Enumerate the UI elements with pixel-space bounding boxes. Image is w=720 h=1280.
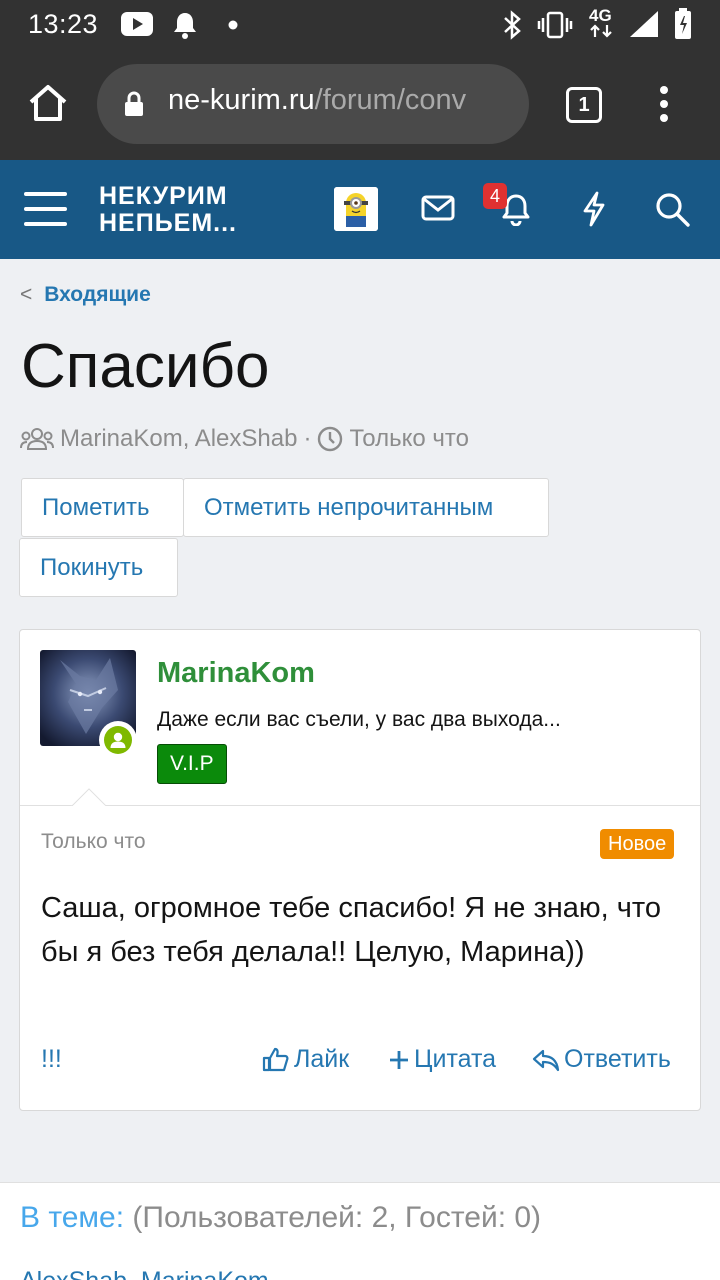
- online-status-icon: [99, 721, 137, 759]
- youtube-icon: [121, 12, 153, 36]
- like-label: Лайк: [294, 1045, 350, 1073]
- users-in-thread-link[interactable]: В теме:: [20, 1201, 124, 1234]
- alerts-count-badge: 4: [483, 183, 507, 209]
- conversation-meta: MarinaKom, AlexShab · Только что: [20, 425, 469, 453]
- quote-label: Цитата: [414, 1045, 497, 1073]
- bluetooth-icon: [504, 10, 521, 40]
- data-arrows-icon: [590, 24, 612, 38]
- message-time[interactable]: Только что: [41, 830, 146, 854]
- address-bar[interactable]: ne-kurim.ru/forum/conv: [97, 64, 529, 144]
- users-icon: [20, 428, 54, 450]
- inbox-icon[interactable]: [421, 194, 455, 222]
- message-body: Саша, огромное тебе спасибо! Я не знаю, …: [41, 892, 661, 968]
- vibrate-icon: [537, 11, 573, 39]
- clock-icon: [318, 426, 343, 452]
- users-in-thread-list[interactable]: AlexShab, MarinaKom: [20, 1267, 269, 1280]
- report-label: !!!: [41, 1045, 62, 1073]
- more-vert-icon[interactable]: [655, 85, 673, 123]
- breadcrumb[interactable]: < Входящие: [20, 283, 151, 307]
- lock-icon: [125, 91, 143, 116]
- whats-new-bolt-icon[interactable]: [580, 191, 608, 227]
- search-icon[interactable]: [655, 192, 691, 228]
- message-username[interactable]: MarinaKom: [157, 657, 315, 690]
- mark-unread-button[interactable]: Отметить непрочитанным: [183, 478, 549, 537]
- logo-line-1: НЕКУРИМ: [99, 182, 228, 210]
- new-message-badge: Новое: [600, 829, 675, 859]
- reply-button[interactable]: Ответить: [532, 1045, 671, 1074]
- quote-button[interactable]: Цитата: [388, 1045, 496, 1074]
- site-header: НЕКУРИМ НЕПЬЕМ...: [0, 160, 720, 259]
- account-avatar[interactable]: [334, 187, 378, 231]
- site-logo[interactable]: НЕКУРИМ НЕПЬЕМ...: [99, 183, 237, 237]
- reply-label: Ответить: [564, 1045, 671, 1073]
- browser-toolbar: ne-kurim.ru/forum/conv 1: [0, 50, 720, 160]
- minion-avatar-icon: [334, 187, 378, 231]
- message-arrow: [70, 788, 106, 806]
- status-bar: 13:23 4G: [0, 0, 720, 50]
- reply-arrow-icon: [532, 1049, 560, 1071]
- chevron-left-icon: <: [20, 283, 33, 306]
- home-icon[interactable]: [27, 83, 69, 123]
- main-content: < Входящие Спасибо MarinaKom, AlexShab · …: [0, 259, 720, 1182]
- notification-bell-icon: [174, 13, 196, 39]
- users-in-thread-block: В теме: (Пользователей: 2, Гостей: 0) Al…: [0, 1182, 720, 1280]
- url-text: ne-kurim.ru/forum/conv: [168, 84, 466, 117]
- meta-separator: ·: [303, 425, 312, 452]
- users-in-thread-stats: (Пользователей: 2, Гостей: 0): [132, 1201, 542, 1234]
- battery-icon: [675, 8, 691, 39]
- dot-icon: [228, 20, 238, 30]
- users-in-thread-heading: В теме: (Пользователей: 2, Гостей: 0): [20, 1201, 541, 1235]
- menu-icon[interactable]: [24, 192, 67, 228]
- thumbs-up-icon: [262, 1047, 289, 1071]
- report-link[interactable]: !!!: [41, 1045, 62, 1074]
- status-time: 13:23: [28, 9, 99, 39]
- page-title: Спасибо: [21, 332, 270, 401]
- conversation-time: Только что: [349, 425, 469, 452]
- like-button[interactable]: Лайк: [262, 1045, 349, 1074]
- url-domain: ne-kurim.ru: [168, 84, 315, 116]
- network-type: 4G: [589, 6, 612, 25]
- signal-icon: [630, 11, 658, 37]
- breadcrumb-inbox-link[interactable]: Входящие: [44, 283, 151, 306]
- participants[interactable]: MarinaKom, AlexShab: [60, 425, 297, 453]
- logo-line-2: НЕПЬЕМ...: [99, 209, 238, 237]
- message-user-block: MarinaKom Даже если вас съели, у вас два…: [20, 630, 700, 806]
- vip-banner: V.I.P: [157, 744, 227, 784]
- tab-switcher-button[interactable]: 1: [566, 87, 602, 123]
- url-path: /forum/conv: [314, 84, 467, 116]
- user-title: Даже если вас съели, у вас два выхода...: [157, 708, 561, 731]
- plus-icon: [390, 1050, 408, 1069]
- message-card: MarinaKom Даже если вас съели, у вас два…: [19, 629, 701, 1111]
- mark-button[interactable]: Пометить: [21, 478, 184, 537]
- leave-button[interactable]: Покинуть: [19, 538, 178, 597]
